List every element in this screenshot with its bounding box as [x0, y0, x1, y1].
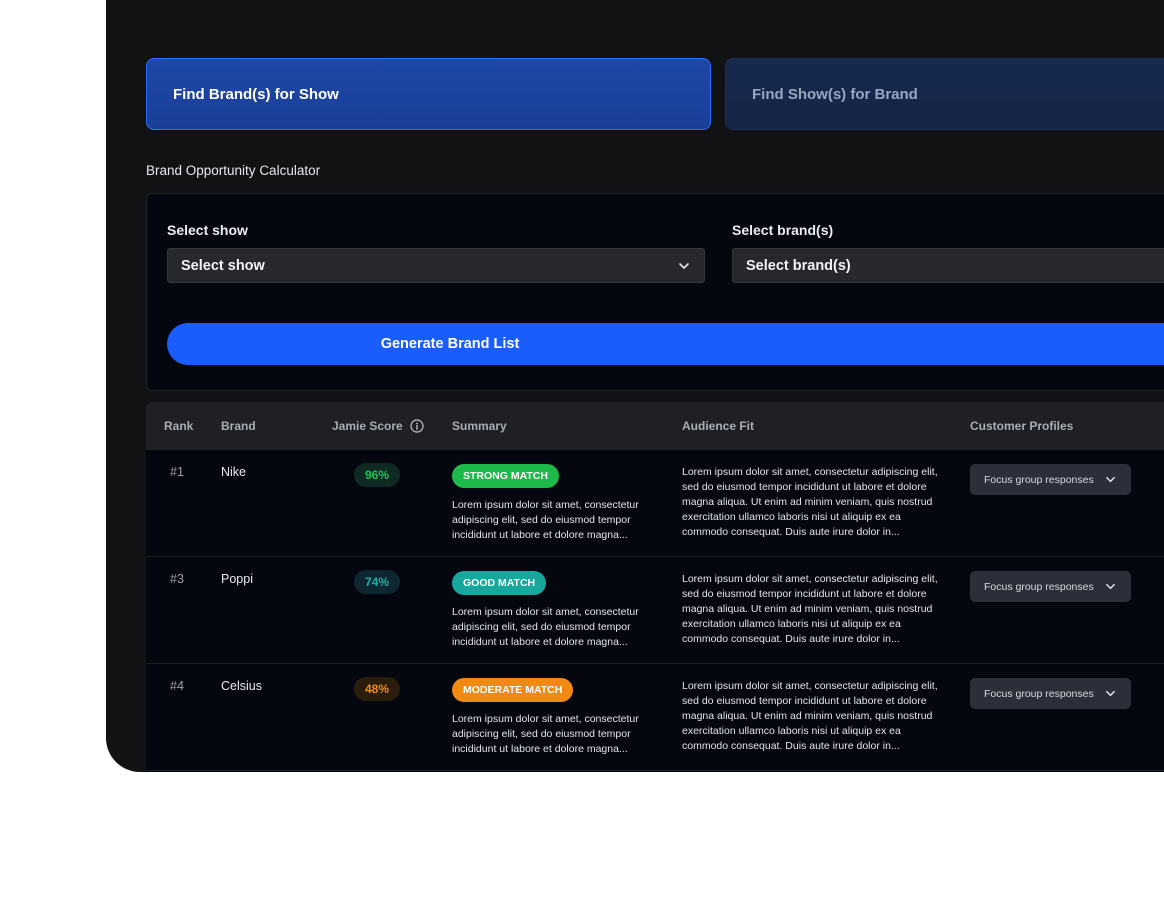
customer-profiles-header: Customer Profiles — [970, 419, 1074, 433]
summary-cell: Lorem ipsum dolor sit amet, consectetur … — [452, 606, 639, 648]
score-header: Jamie Score — [332, 419, 403, 433]
brand-select[interactable]: Select brand(s) — [732, 248, 1164, 283]
match-badge: STRONG MATCH — [452, 464, 559, 488]
match-badge: MODERATE MATCH — [452, 678, 574, 702]
audience-fit-header: Audience Fit — [682, 419, 755, 433]
table-row: #4 Celsius 48% MODERATE MATCH Lorem ipsu… — [146, 664, 1164, 771]
brand-select-value: Select brand(s) — [746, 257, 851, 274]
brand-field-label: Select brand(s) — [732, 222, 834, 238]
calculator-panel: Select show Select show Select brand(s) … — [146, 193, 1164, 391]
rank-cell: #1 — [170, 465, 184, 479]
results-table: Rank Brand Jamie Score Summary Audience … — [146, 402, 1164, 772]
table-header: Rank Brand Jamie Score Summary Audience … — [146, 402, 1164, 450]
brand-cell: Celsius — [221, 679, 262, 693]
tab-find-shows-for-brand[interactable]: Find Show(s) for Brand — [725, 58, 1164, 130]
calculator-title: Brand Opportunity Calculator — [146, 163, 321, 178]
table-row: #3 Poppi 74% GOOD MATCH Lorem ipsum dolo… — [146, 557, 1164, 664]
audience-fit-cell: Lorem ipsum dolor sit amet, consectetur … — [682, 680, 938, 752]
focus-group-dropdown[interactable]: Focus group responses — [970, 678, 1131, 709]
focus-group-dropdown[interactable]: Focus group responses — [970, 571, 1131, 602]
focus-group-label: Focus group responses — [984, 687, 1094, 700]
focus-group-dropdown[interactable]: Focus group responses — [970, 464, 1131, 495]
tab-label: Find Show(s) for Brand — [752, 85, 918, 103]
brand-header: Brand — [221, 419, 256, 433]
tab-label: Find Brand(s) for Show — [173, 85, 339, 103]
match-badge: GOOD MATCH — [452, 571, 547, 595]
chevron-down-icon — [679, 263, 689, 269]
summary-cell: Lorem ipsum dolor sit amet, consectetur … — [452, 713, 639, 755]
chevron-down-icon — [1106, 583, 1115, 590]
rank-cell: #4 — [170, 679, 184, 693]
score-pill: 74% — [354, 570, 400, 594]
show-field-label: Select show — [167, 222, 248, 238]
brand-cell: Poppi — [221, 572, 253, 586]
focus-group-label: Focus group responses — [984, 580, 1094, 593]
table-row: #1 Nike 96% STRONG MATCH Lorem ipsum dol… — [146, 450, 1164, 557]
score-pill: 96% — [354, 463, 400, 487]
brand-cell: Nike — [221, 465, 247, 479]
show-select-value: Select show — [181, 257, 265, 274]
generate-brand-list-button[interactable]: Generate Brand List — [167, 323, 1164, 365]
info-icon[interactable] — [410, 419, 424, 433]
chevron-down-icon — [1106, 476, 1115, 483]
tab-find-brands-for-show[interactable]: Find Brand(s) for Show — [146, 58, 711, 130]
summary-header: Summary — [452, 419, 507, 433]
app-window: Find Brand(s) for Show Find Show(s) for … — [106, 0, 1164, 772]
rank-cell: #3 — [170, 572, 184, 586]
score-pill: 48% — [354, 677, 400, 701]
audience-fit-cell: Lorem ipsum dolor sit amet, consectetur … — [682, 466, 938, 538]
chevron-down-icon — [1106, 690, 1115, 697]
show-select[interactable]: Select show — [167, 248, 705, 283]
summary-cell: Lorem ipsum dolor sit amet, consectetur … — [452, 499, 639, 541]
focus-group-label: Focus group responses — [984, 473, 1094, 486]
rank-header: Rank — [164, 419, 194, 433]
audience-fit-cell: Lorem ipsum dolor sit amet, consectetur … — [682, 573, 938, 645]
